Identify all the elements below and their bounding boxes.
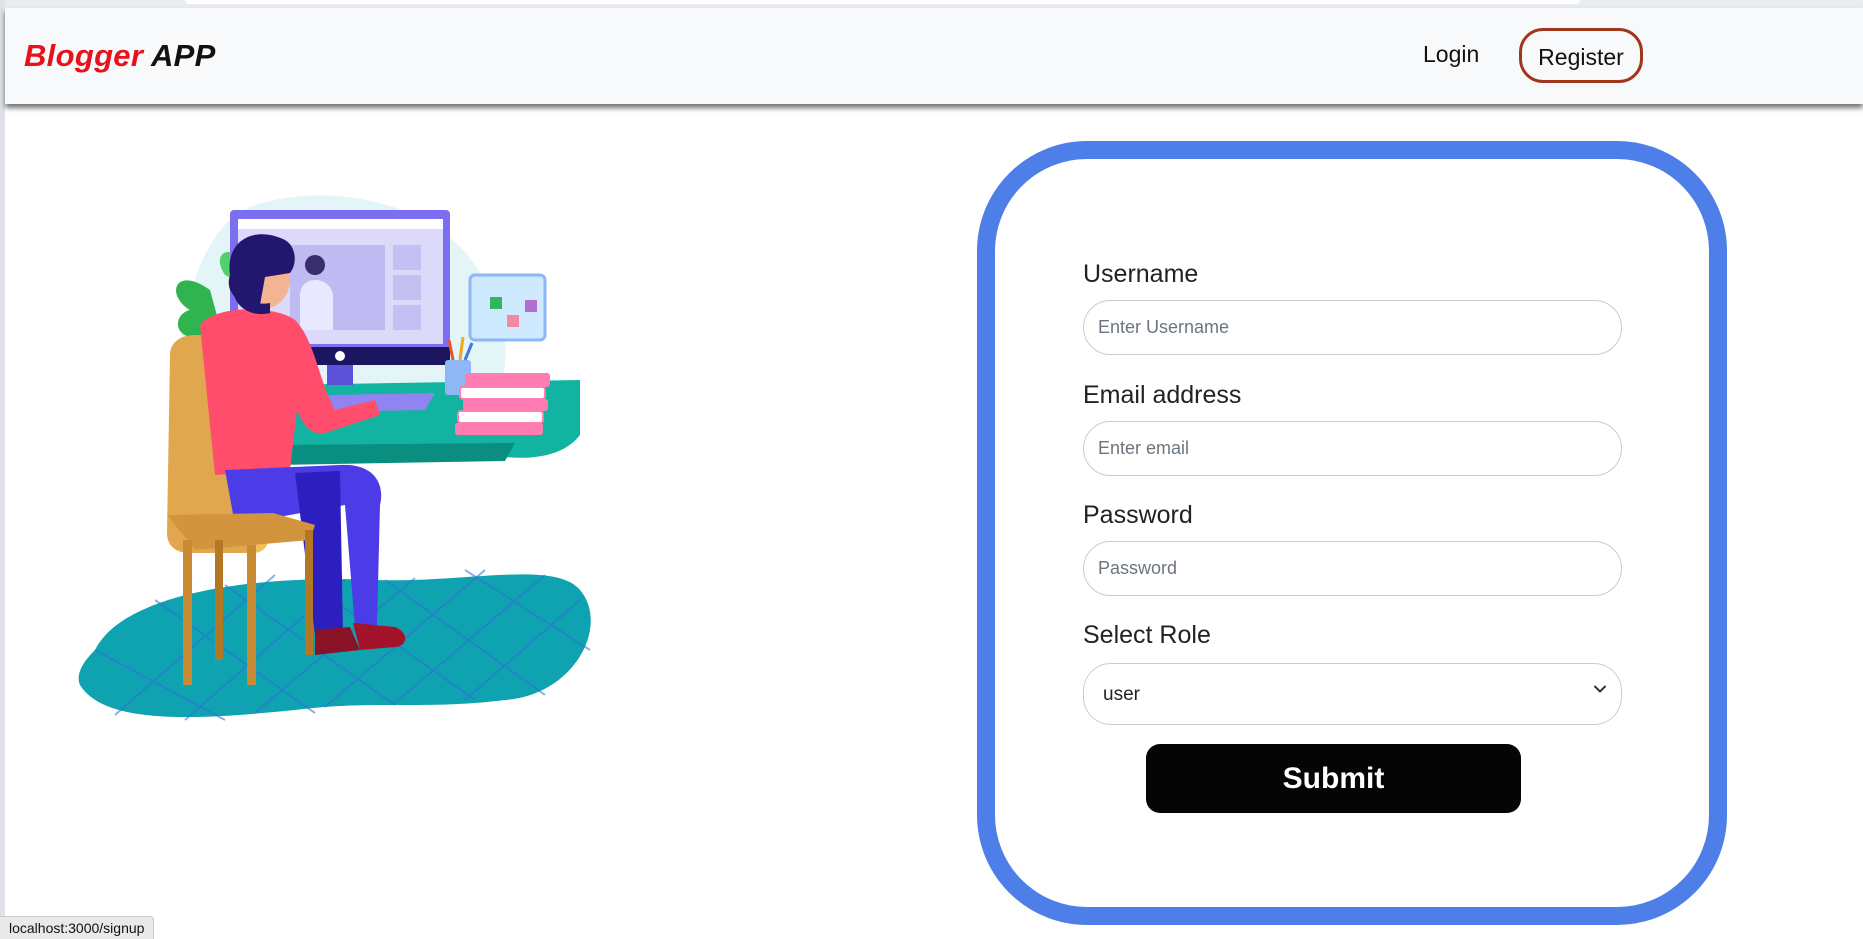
login-link[interactable]: Login xyxy=(1423,41,1479,68)
person-at-computer-illustration xyxy=(75,195,715,855)
email-input[interactable] xyxy=(1083,421,1622,476)
email-label: Email address xyxy=(1083,381,1242,409)
browser-address-bar-edge xyxy=(185,0,1580,4)
page-left-edge xyxy=(0,0,5,939)
status-bar-url: localhost:3000/signup xyxy=(0,916,155,939)
chevron-down-icon xyxy=(1594,685,1606,693)
register-link[interactable]: Register xyxy=(1519,28,1643,83)
username-input[interactable] xyxy=(1083,300,1622,355)
role-select-value: user xyxy=(1103,684,1140,705)
submit-button[interactable]: Submit xyxy=(1146,744,1521,813)
illustration-graphic xyxy=(78,195,591,721)
brand-logo[interactable]: Blogger APP xyxy=(24,38,216,74)
navbar: Blogger APP Login Register xyxy=(5,8,1863,104)
role-select[interactable]: user xyxy=(1083,663,1622,725)
role-label: Select Role xyxy=(1083,621,1211,649)
username-label: Username xyxy=(1083,260,1199,288)
brand-name-part2: APP xyxy=(150,38,216,73)
browser-top-edge xyxy=(0,0,1863,8)
password-input[interactable] xyxy=(1083,541,1622,596)
brand-name-part1: Blogger xyxy=(24,38,144,73)
password-label: Password xyxy=(1083,501,1193,529)
